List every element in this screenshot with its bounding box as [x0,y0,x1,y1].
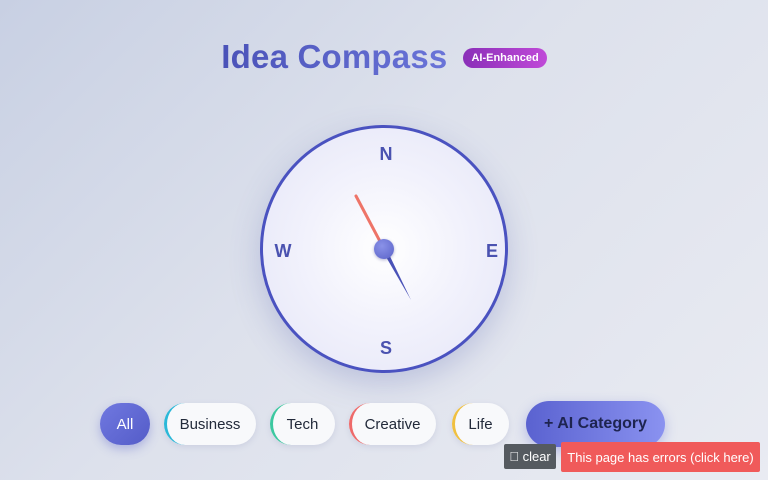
ai-enhanced-badge: AI-Enhanced [463,48,547,68]
category-accent [270,403,312,445]
category-accent [164,403,206,445]
category-business-button[interactable]: Business [164,403,256,445]
page-title: Idea Compass [221,38,448,75]
category-label: All [116,415,134,433]
header: Idea Compass AI-Enhanced [0,36,768,78]
clear-button[interactable]:  clear [504,444,556,469]
category-tech-button[interactable]: Tech [270,403,335,445]
category-accent [349,403,391,445]
compass-dial[interactable]: N W E S [260,125,508,373]
page-errors-button[interactable]: This page has errors (click here) [561,442,760,472]
category-accent [452,403,494,445]
category-life-button[interactable]: Life [452,403,509,445]
category-all-button[interactable]: All [100,403,150,445]
compass-hub [374,239,394,259]
category-creative-button[interactable]: Creative [349,403,436,445]
category-filter-bar: All Business Tech Creative Life + AI Cat… [100,401,665,447]
add-ai-category-button[interactable]: + AI Category [526,401,665,447]
